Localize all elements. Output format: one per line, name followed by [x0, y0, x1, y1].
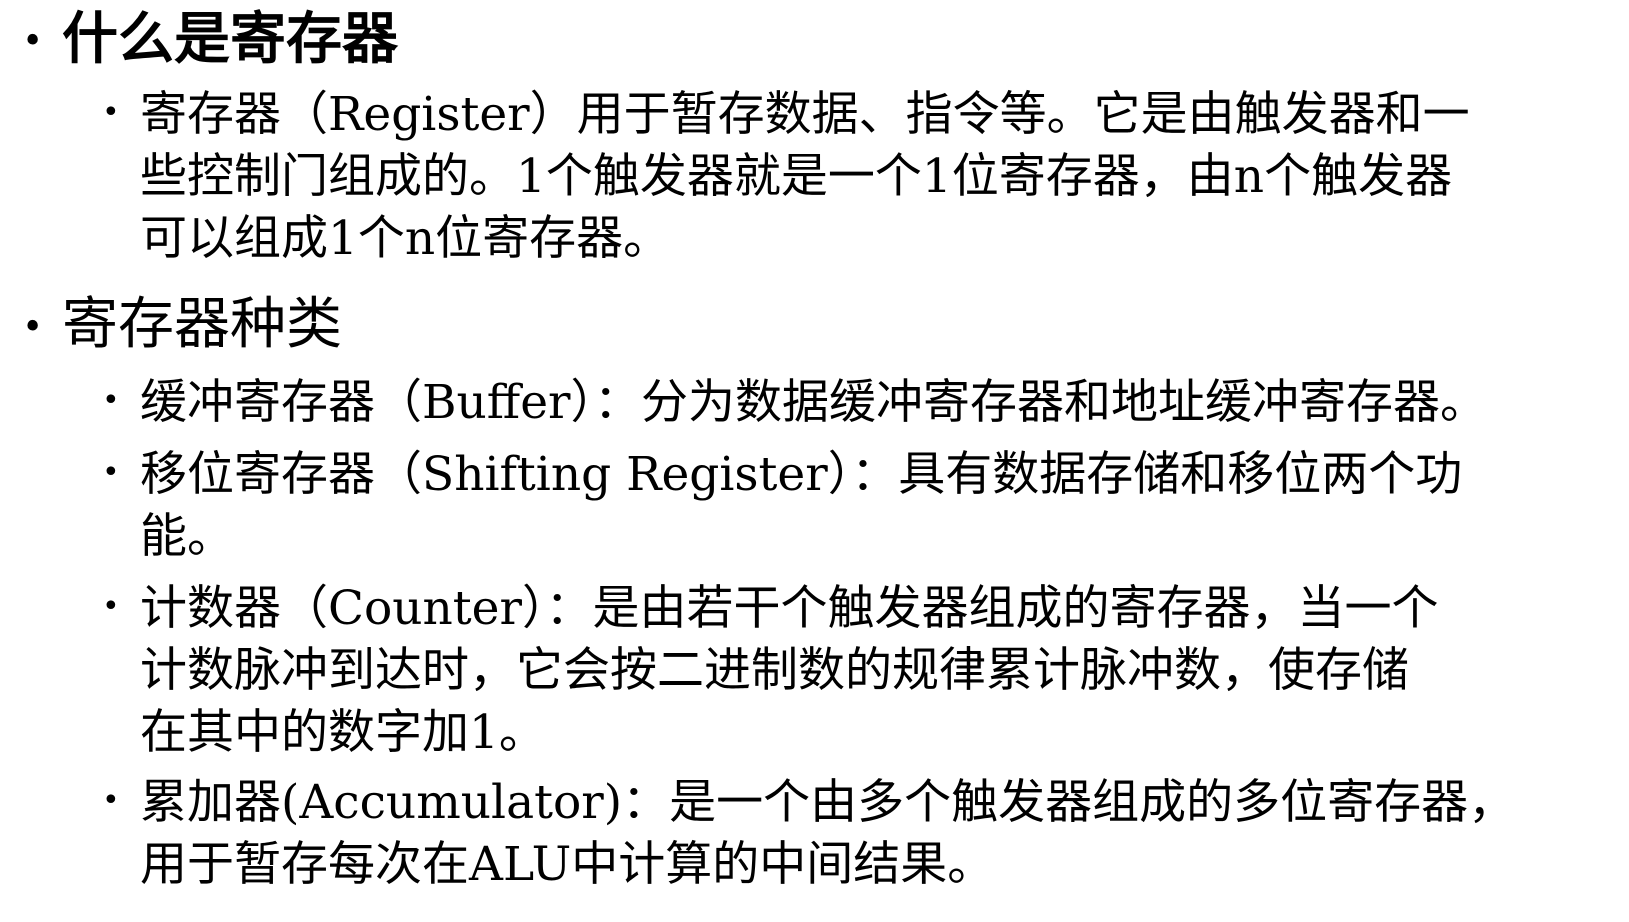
list-item-text: 移位寄存器（Shifting Register）：具有数据存储和移位两个功 能。: [140, 444, 1620, 568]
text-line: 计数脉冲到达时，它会按二进制数的规律累计脉冲数，使存储: [140, 643, 1409, 698]
bullet-icon: •: [102, 783, 120, 818]
bullet-icon: •: [22, 307, 44, 348]
text-line: 可以组成1个n位寄存器。: [140, 211, 671, 266]
slide: • 什么是寄存器 • 寄存器（Register）用于暂存数据、指令等。它是由触发…: [0, 0, 1629, 922]
section-heading: 什么是寄存器: [62, 6, 398, 72]
text-line: 移位寄存器（Shifting Register）：具有数据存储和移位两个功: [140, 447, 1463, 502]
bullet-icon: •: [102, 95, 120, 130]
text-line: 能。: [140, 509, 234, 564]
text-line: 些控制门组成的。1个触发器就是一个1位寄存器，由n个触发器: [140, 149, 1453, 204]
section-what-is-register: • 什么是寄存器: [0, 6, 1629, 72]
text-line: 寄存器（Register）用于暂存数据、指令等。它是由触发器和一: [140, 87, 1470, 142]
bullet-icon: •: [22, 21, 44, 62]
bullet-icon: •: [102, 589, 120, 624]
section-heading-row: • 什么是寄存器: [0, 6, 1629, 72]
text-line: 缓冲寄存器（Buffer）：分为数据缓冲寄存器和地址缓冲寄存器。: [140, 375, 1487, 430]
section-register-types: • 寄存器种类: [0, 292, 1629, 358]
text-line: 在其中的数字加1。: [140, 705, 546, 760]
text-line: 累加器(Accumulator)：是一个由多个触发器组成的多位寄存器，: [140, 775, 1516, 830]
bullet-icon: •: [102, 383, 120, 418]
list-item-text: 寄存器（Register）用于暂存数据、指令等。它是由触发器和一 些控制门组成的…: [140, 84, 1620, 270]
bullet-icon: •: [102, 455, 120, 490]
list-item-text: 累加器(Accumulator)：是一个由多个触发器组成的多位寄存器， 用于暂存…: [140, 772, 1620, 896]
section-heading: 寄存器种类: [62, 292, 342, 357]
text-line: 用于暂存每次在ALU中计算的中间结果。: [140, 837, 995, 892]
section-heading-row: • 寄存器种类: [0, 292, 1629, 358]
list-item-text: 计数器（Counter）：是由若干个触发器组成的寄存器，当一个 计数脉冲到达时，…: [140, 578, 1620, 764]
list-item-text: 缓冲寄存器（Buffer）：分为数据缓冲寄存器和地址缓冲寄存器。: [140, 372, 1620, 434]
text-line: 计数器（Counter）：是由若干个触发器组成的寄存器，当一个: [140, 581, 1439, 636]
